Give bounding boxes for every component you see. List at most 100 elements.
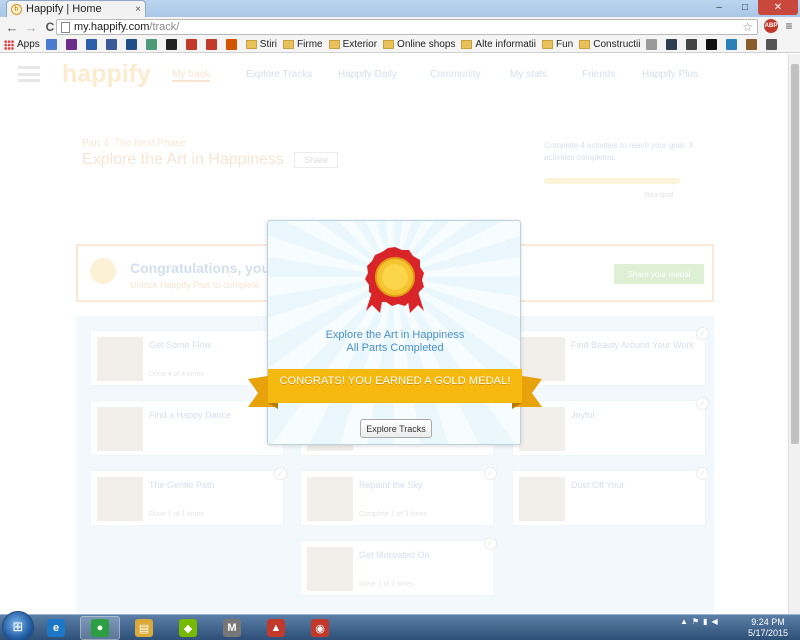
- bookmark-item[interactable]: [666, 39, 680, 50]
- explore-tracks-button[interactable]: Explore Tracks: [360, 419, 432, 438]
- bookmark-folder[interactable]: Stiri: [245, 39, 277, 50]
- share-medal-button[interactable]: Share your medal: [614, 264, 704, 284]
- activity-card[interactable]: The Gentle Path Done 1 of 1 times ✓: [90, 467, 287, 526]
- happify-logo[interactable]: happify: [62, 60, 151, 89]
- bookmark-item[interactable]: [726, 39, 740, 50]
- browser-tab[interactable]: h Happify | Home ×: [6, 0, 146, 17]
- network-icon[interactable]: ▮: [703, 617, 707, 626]
- bookmarks-bar: Apps Stiri Firme Exterior Online shops Alte i…: [0, 37, 800, 53]
- nvidia-icon: ◆: [179, 619, 197, 637]
- activity-thumbnail: [97, 337, 143, 381]
- activity-thumbnail: [97, 477, 143, 521]
- internet-explorer-icon: e: [47, 619, 65, 637]
- taskbar-app-game-app[interactable]: ◉: [300, 616, 340, 640]
- browser-toolbar: ← → C my.happify.com/track/ ☆: [0, 17, 800, 37]
- folder-icon: [461, 40, 473, 49]
- taskbar-app-m-app[interactable]: M: [212, 616, 252, 640]
- bookmark-favicon-icon: [165, 39, 177, 50]
- bookmark-item[interactable]: [105, 39, 120, 50]
- activity-title: The Gentle Path: [149, 480, 215, 490]
- bookmark-item[interactable]: [145, 39, 160, 50]
- bookmark-favicon-icon: [726, 39, 738, 50]
- show-hidden-icons-icon[interactable]: ▲: [680, 617, 688, 626]
- bookmark-favicon-icon: [105, 39, 117, 50]
- page-scrollbar[interactable]: [788, 54, 800, 614]
- bookmark-item[interactable]: [706, 39, 720, 50]
- adblock-plus-icon[interactable]: ABP: [764, 19, 778, 33]
- minimize-button[interactable]: –: [706, 0, 732, 15]
- progress-bar: [544, 178, 680, 184]
- bookmark-folder[interactable]: Fun: [542, 39, 573, 50]
- bookmark-favicon-icon: [666, 39, 678, 50]
- nav-item-my-stats[interactable]: My stats: [510, 69, 547, 80]
- file-explorer-icon: ▤: [135, 619, 153, 637]
- activity-card[interactable]: Get Motivated On Done 1 of 1 times ✓: [300, 537, 497, 596]
- windows-taskbar: ⊞ e ● ▤ ◆ M ▲ ◉ ▲ ⚑ ▮ ◀ 9:24 PM 5/17/2015: [0, 611, 800, 640]
- address-bar[interactable]: my.happify.com/track/ ☆: [56, 19, 758, 35]
- bookmark-item[interactable]: [746, 39, 760, 50]
- nav-item-explore-tracks[interactable]: Explore Tracks: [246, 69, 312, 80]
- taskbar-app-file-explorer[interactable]: ▤: [124, 616, 164, 640]
- tab-close-icon[interactable]: ×: [135, 4, 141, 15]
- apps-shortcut[interactable]: Apps: [4, 39, 40, 50]
- happify-favicon-icon: h: [11, 3, 22, 15]
- bookmark-item[interactable]: [165, 39, 180, 50]
- bookmark-label: Alte informatii: [475, 39, 536, 50]
- bookmark-item[interactable]: [185, 39, 200, 50]
- chrome-menu-icon[interactable]: ≡: [782, 19, 796, 33]
- nav-item-happify-daily[interactable]: Happify Daily: [338, 69, 397, 80]
- bookmark-item[interactable]: [45, 39, 60, 50]
- chrome-icon: ●: [91, 619, 109, 637]
- url-host: my.happify.com: [74, 21, 150, 33]
- bookmark-folder[interactable]: Alte informatii: [461, 39, 536, 50]
- track-title: Explore the Art in Happiness: [82, 151, 284, 168]
- bookmark-item[interactable]: [766, 39, 780, 50]
- bookmark-folder[interactable]: Constructii: [579, 39, 640, 50]
- bookmark-star-icon[interactable]: ☆: [742, 20, 753, 34]
- taskbar-app-media-app[interactable]: ▲: [256, 616, 296, 640]
- taskbar-app-internet-explorer[interactable]: e: [36, 616, 76, 640]
- bookmark-item[interactable]: [225, 39, 240, 50]
- hamburger-menu-icon[interactable]: [18, 66, 40, 82]
- start-button[interactable]: ⊞: [2, 611, 34, 640]
- taskbar-app-nvidia[interactable]: ◆: [168, 616, 208, 640]
- nav-item-happify-plus[interactable]: Happify Plus: [642, 69, 698, 80]
- nav-item-community[interactable]: Community: [430, 69, 481, 80]
- clock[interactable]: 9:24 PM 5/17/2015: [740, 617, 796, 639]
- bookmark-item[interactable]: [686, 39, 700, 50]
- activity-card[interactable]: Dust Off Your ✓: [512, 467, 709, 526]
- bookmark-item[interactable]: [85, 39, 100, 50]
- bookmark-label: Constructii: [593, 39, 641, 50]
- bookmark-item[interactable]: [205, 39, 220, 50]
- bookmark-favicon-icon: [185, 39, 197, 50]
- activity-card[interactable]: Repaint the Sky Complete 1 of 3 times ✓: [300, 467, 497, 526]
- bookmark-favicon-icon: [225, 39, 237, 50]
- maximize-button[interactable]: □: [732, 0, 758, 15]
- bookmark-item[interactable]: [646, 39, 660, 50]
- bookmark-favicon-icon: [45, 39, 57, 50]
- share-button[interactable]: Share: [294, 152, 338, 168]
- check-icon: ✓: [274, 467, 287, 480]
- taskbar-app-chrome[interactable]: ●: [80, 616, 120, 640]
- bookmark-folder[interactable]: Exterior: [328, 39, 377, 50]
- forward-button[interactable]: →: [23, 19, 39, 35]
- scrollbar-thumb[interactable]: [791, 64, 799, 444]
- bookmark-item[interactable]: [125, 39, 140, 50]
- close-window-button[interactable]: ✕: [758, 0, 798, 15]
- check-icon: ✓: [696, 467, 709, 480]
- nav-item-my-track[interactable]: My track: [172, 69, 210, 82]
- back-button[interactable]: ←: [4, 19, 20, 35]
- ribbon-text: CONGRATS! YOU EARNED A GOLD MEDAL!: [279, 375, 511, 387]
- progress-text: Complete 4 activities to reach your goal…: [544, 141, 693, 162]
- apps-grid-icon: [4, 39, 14, 50]
- action-center-icon[interactable]: ⚑: [692, 617, 699, 626]
- bookmark-favicon-icon: [746, 39, 758, 50]
- check-icon: ✓: [484, 467, 497, 480]
- bookmark-item[interactable]: [65, 39, 80, 50]
- bookmark-folder[interactable]: Firme: [283, 39, 323, 50]
- volume-icon[interactable]: ◀: [712, 617, 718, 626]
- nav-item-friends[interactable]: Friends: [582, 69, 615, 80]
- activity-title: Get Some Flow: [149, 340, 212, 350]
- progress-goal-label: Your goal: [644, 192, 674, 199]
- bookmark-folder[interactable]: Online shops: [383, 39, 455, 50]
